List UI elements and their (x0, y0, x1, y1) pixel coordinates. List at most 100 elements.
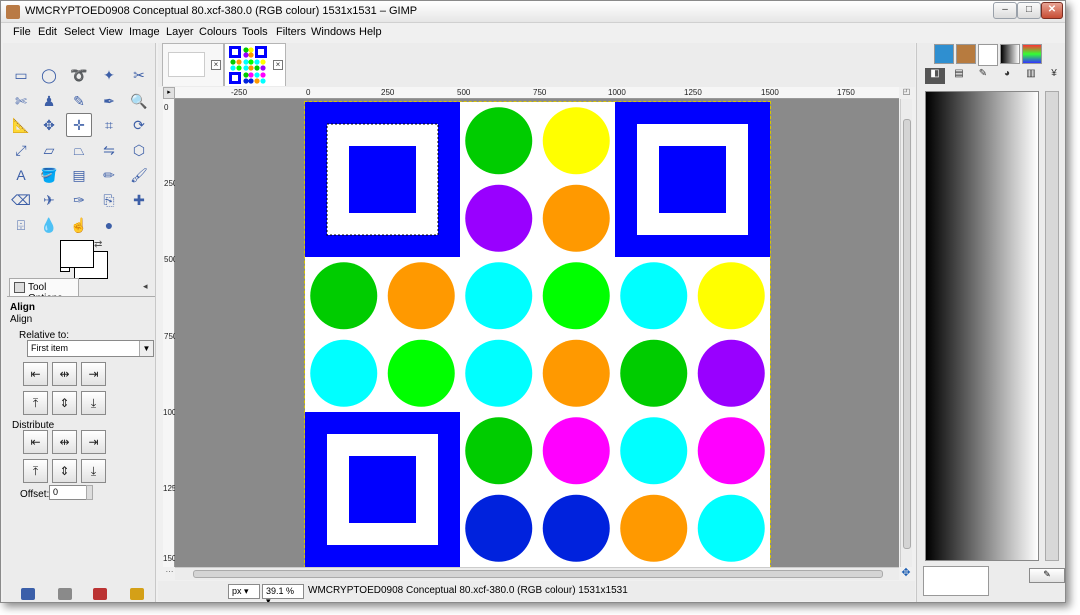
restore-options-icon[interactable] (58, 588, 72, 600)
unit-select[interactable]: px ▾ (228, 584, 260, 599)
perspective-clone-icon[interactable]: ⌹ (8, 213, 34, 237)
swap-colors-icon[interactable]: ⇄ (94, 239, 102, 250)
image-canvas[interactable] (304, 101, 771, 567)
close-icon[interactable]: × (273, 60, 283, 70)
color-select-icon[interactable]: ✂ (126, 63, 152, 87)
image-tab-blank[interactable]: × (162, 43, 224, 86)
distribute-center-button[interactable]: ⇹ (52, 430, 77, 454)
distribute-top-button[interactable]: ⤒ (23, 459, 48, 483)
panel-menu-icon[interactable]: ◂ (143, 281, 148, 292)
layers-icon[interactable]: ◧ (925, 68, 945, 84)
perspective-icon[interactable]: ⏢ (66, 138, 92, 162)
dock-scrollbar[interactable] (1045, 91, 1059, 561)
navigate-icon[interactable]: ✥ (899, 567, 913, 580)
histogram-icon[interactable]: ▥ (1021, 68, 1041, 84)
eraser-icon[interactable]: ⌫ (8, 188, 34, 212)
menu-filters[interactable]: Filters (276, 26, 306, 38)
move-icon[interactable]: ✥ (36, 113, 62, 137)
scale-icon[interactable]: ⤢ (8, 138, 34, 162)
ruler-corner-icon[interactable]: ▸ (163, 87, 175, 99)
menu-layer[interactable]: Layer (166, 26, 194, 38)
heal-icon[interactable]: ✚ (126, 188, 152, 212)
align-middle-button[interactable]: ⇕ (52, 391, 77, 415)
align-center-button[interactable]: ⇹ (52, 362, 77, 386)
smudge-icon[interactable]: ☝ (66, 213, 92, 237)
align-right-button[interactable]: ⇥ (81, 362, 106, 386)
measure-icon[interactable]: 📐 (8, 113, 34, 137)
crop-icon[interactable]: ⌗ (96, 113, 122, 137)
pencil-icon[interactable]: ✏ (96, 163, 122, 187)
zoom-fit-icon[interactable]: ◰ (901, 87, 912, 99)
distribute-left-button[interactable]: ⇤ (23, 430, 48, 454)
dock-edit-button[interactable]: ✎ (1029, 568, 1065, 583)
paths-icon[interactable]: ✎ (973, 68, 993, 84)
relative-to-select[interactable]: First item ▼ (27, 340, 154, 357)
vertical-scroll-thumb[interactable] (903, 119, 911, 549)
lasso-icon[interactable]: ➰ (66, 63, 92, 87)
offset-input[interactable]: 0 (49, 485, 87, 500)
align-icon[interactable]: ✛ (66, 113, 92, 137)
vertical-scrollbar[interactable] (900, 99, 912, 567)
quick-mask-icon[interactable]: ⋯ (164, 567, 175, 580)
zoom-icon[interactable]: 🔍 (126, 89, 152, 113)
align-left-button[interactable]: ⇤ (23, 362, 48, 386)
menu-select[interactable]: Select (64, 26, 95, 38)
minimize-button[interactable]: – (993, 2, 1017, 19)
rect-select-icon[interactable]: ▭ (8, 63, 34, 87)
rotate-icon[interactable]: ⟳ (126, 113, 152, 137)
vertical-ruler[interactable]: 0 250 500 750 1000 1250 1500 (163, 99, 181, 567)
image-tab-conceptual[interactable]: × (224, 43, 286, 86)
save-options-icon[interactable] (21, 588, 35, 600)
delete-options-icon[interactable] (93, 588, 107, 600)
menu-tools[interactable]: Tools (242, 26, 268, 38)
undo-icon[interactable]: ¥ (1044, 68, 1064, 84)
brushes-icon[interactable] (934, 44, 954, 64)
palettes-icon[interactable] (1022, 44, 1042, 64)
horizontal-scroll-thumb[interactable] (193, 570, 883, 578)
canvas-area[interactable] (175, 99, 899, 567)
fuzzy-select-icon[interactable]: ✦ (96, 63, 122, 87)
align-top-button[interactable]: ⤒ (23, 391, 48, 415)
blend-icon[interactable]: ▤ (66, 163, 92, 187)
paintbrush-icon[interactable]: 🖌 (126, 163, 152, 187)
align-bottom-button[interactable]: ⤓ (81, 391, 106, 415)
color-picker-icon[interactable]: ✒ (96, 89, 122, 113)
menu-windows[interactable]: Windows (311, 26, 356, 38)
colormap-icon[interactable]: ◕ (997, 68, 1017, 84)
paths-icon[interactable]: ✎ (66, 89, 92, 113)
menu-colours[interactable]: Colours (199, 26, 237, 38)
ink-icon[interactable]: ✑ (66, 188, 92, 212)
clone-icon[interactable]: ⎘ (96, 188, 122, 212)
menu-view[interactable]: View (99, 26, 123, 38)
maximize-button[interactable]: □ (1017, 2, 1041, 19)
distribute-bottom-button[interactable]: ⤓ (81, 459, 106, 483)
horizontal-scrollbar[interactable] (175, 567, 899, 580)
distribute-right-button[interactable]: ⇥ (81, 430, 106, 454)
text-icon[interactable]: A (8, 163, 34, 187)
reset-options-icon[interactable] (130, 588, 144, 600)
dodge-burn-icon[interactable]: ● (96, 213, 122, 237)
tool-presets-icon[interactable] (978, 44, 998, 66)
tool-options-tab[interactable]: Tool Options (9, 278, 79, 304)
menu-image[interactable]: Image (129, 26, 160, 38)
cage-icon[interactable]: ⬡ (126, 138, 152, 162)
bucket-fill-icon[interactable]: 🪣 (36, 163, 62, 187)
zoom-select[interactable]: 39.1 % ▾ (262, 584, 304, 602)
shear-icon[interactable]: ▱ (36, 138, 62, 162)
close-button[interactable]: ✕ (1041, 2, 1063, 19)
scissors-icon[interactable]: ✄ (8, 89, 34, 113)
menu-file[interactable]: File (13, 26, 31, 38)
foreground-color-swatch-top[interactable] (60, 240, 94, 268)
blur-icon[interactable]: 💧 (36, 213, 62, 237)
airbrush-icon[interactable]: ✈ (36, 188, 62, 212)
horizontal-ruler[interactable]: -250 0 250 500 750 1000 1250 1500 1750 (175, 87, 899, 99)
flip-icon[interactable]: ⇋ (96, 138, 122, 162)
menu-help[interactable]: Help (359, 26, 382, 38)
chevron-down-icon[interactable]: ▼ (139, 341, 153, 356)
channels-icon[interactable]: ▤ (949, 68, 969, 84)
offset-spinner[interactable] (86, 485, 93, 500)
foreground-select-icon[interactable]: ♟ (36, 89, 62, 113)
distribute-middle-button[interactable]: ⇕ (52, 459, 77, 483)
menu-edit[interactable]: Edit (38, 26, 57, 38)
close-icon[interactable]: × (211, 60, 221, 70)
